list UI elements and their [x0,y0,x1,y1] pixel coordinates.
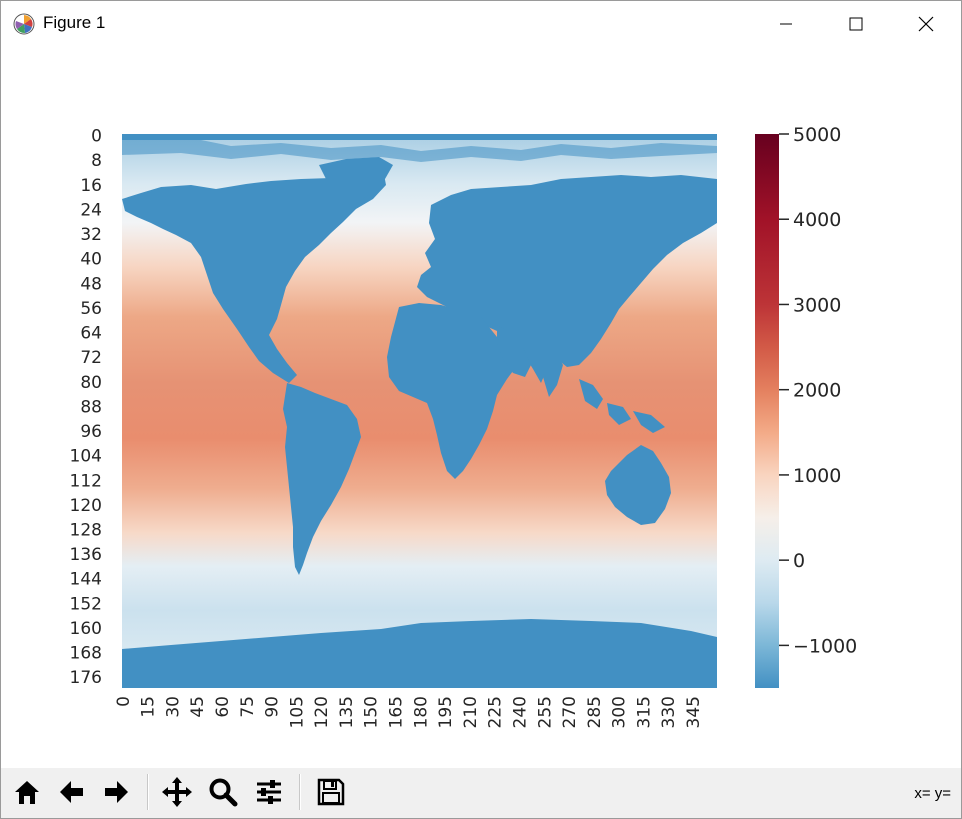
colorbar-tick-label: 0 [793,550,805,572]
x-tick-label: 300 [610,696,630,728]
configure-subplots-button[interactable] [251,772,287,812]
x-tick-label: 195 [436,696,456,728]
y-tick-label: 144 [70,570,102,590]
x-tick-label: 90 [263,696,283,718]
toolbar-separator [299,774,301,810]
window-title: Figure 1 [43,13,106,32]
close-icon [918,16,934,32]
y-tick-label: 72 [80,348,102,368]
back-button[interactable] [53,772,89,812]
x-tick-label: 0 [114,696,134,707]
y-tick-label: 136 [70,545,102,565]
forward-arrow-icon [105,781,128,803]
x-axis-tick-labels: 0 15 30 45 60 75 90 105 120 135 150 165 180 195 210 225… [114,696,704,728]
y-tick-label: 160 [70,619,102,639]
y-tick-label: 56 [80,299,102,319]
y-tick-label: 128 [70,520,102,540]
x-tick-label: 345 [684,696,704,728]
minimize-button[interactable] [763,1,809,47]
y-tick-label: 88 [80,397,102,417]
x-tick-label: 255 [535,696,555,728]
zoom-button[interactable] [205,772,241,812]
y-tick-label: 48 [80,274,102,294]
figure-window: Figure 1 0 8 16 24 32 40 48 56 64 72 80 … [0,0,962,819]
cursor-coordinates: x= y= [914,785,951,802]
y-tick-label: 32 [80,225,102,245]
x-tick-label: 240 [510,696,530,728]
maximize-icon [849,17,863,31]
home-icon [15,781,39,804]
x-tick-label: 120 [312,696,332,728]
zoom-icon [209,778,238,807]
save-button[interactable] [313,772,349,812]
back-arrow-icon [60,781,83,803]
x-tick-label: 225 [486,696,506,728]
matplotlib-logo-icon [13,13,35,35]
x-tick-label: 285 [585,696,605,728]
colorbar-tick-label: 5000 [793,124,841,146]
colorbar-tick-label: −1000 [793,635,857,657]
minimize-icon [780,23,792,25]
maximize-button[interactable] [833,1,879,47]
y-tick-label: 96 [80,422,102,442]
figure-canvas[interactable]: 0 8 16 24 32 40 48 56 64 72 80 88 96 104 112 120 128 136 1… [1,47,961,767]
home-button[interactable] [9,772,45,812]
pan-button[interactable] [159,772,195,812]
y-tick-label: 24 [80,200,102,220]
y-tick-label: 8 [91,151,102,171]
x-tick-label: 15 [139,696,159,718]
x-tick-label: 135 [337,696,357,728]
pan-icon [162,777,192,807]
x-tick-label: 150 [362,696,382,728]
y-axis-tick-labels: 0 8 16 24 32 40 48 56 64 72 80 88 96 104 112 120 128 136 1… [70,127,102,689]
x-tick-label: 165 [387,696,407,728]
y-tick-label: 80 [80,373,102,393]
colorbar-tick-label: 4000 [793,209,841,231]
y-tick-label: 104 [70,447,102,467]
heatmap-chart: 0 8 16 24 32 40 48 56 64 72 80 88 96 104 112 120 128 136 1… [70,124,858,728]
x-tick-label: 330 [659,696,679,728]
toolbar-separator [147,774,149,810]
close-button[interactable] [903,1,949,47]
y-tick-label: 152 [70,594,102,614]
x-tick-label: 30 [163,696,183,718]
x-tick-label: 60 [213,696,233,718]
y-tick-label: 16 [80,176,102,196]
colorbar-tick-label: 3000 [793,294,841,316]
x-tick-label: 180 [411,696,431,728]
colorbar-tick-label: 1000 [793,465,841,487]
colorbar-tick-label: 2000 [793,380,841,402]
y-tick-label: 168 [70,644,102,664]
x-tick-label: 45 [188,696,208,718]
y-tick-label: 112 [70,471,102,491]
colorbar [755,134,779,688]
configure-subplots-icon [257,780,281,804]
title-bar[interactable]: Figure 1 [1,1,961,47]
x-tick-label: 315 [634,696,654,728]
navigation-toolbar: x= y= [1,768,961,818]
y-tick-label: 176 [70,668,102,688]
save-icon [317,778,345,806]
x-tick-label: 75 [238,696,258,718]
y-tick-label: 120 [70,496,102,516]
colorbar-tick-labels: 5000 4000 3000 2000 1000 0 −1000 [779,124,857,657]
x-tick-label: 105 [287,696,307,728]
y-tick-label: 64 [80,324,102,344]
x-tick-label: 210 [461,696,481,728]
forward-button[interactable] [99,772,135,812]
y-tick-label: 40 [80,250,102,270]
x-tick-label: 270 [560,696,580,728]
y-tick-label: 0 [91,127,102,147]
